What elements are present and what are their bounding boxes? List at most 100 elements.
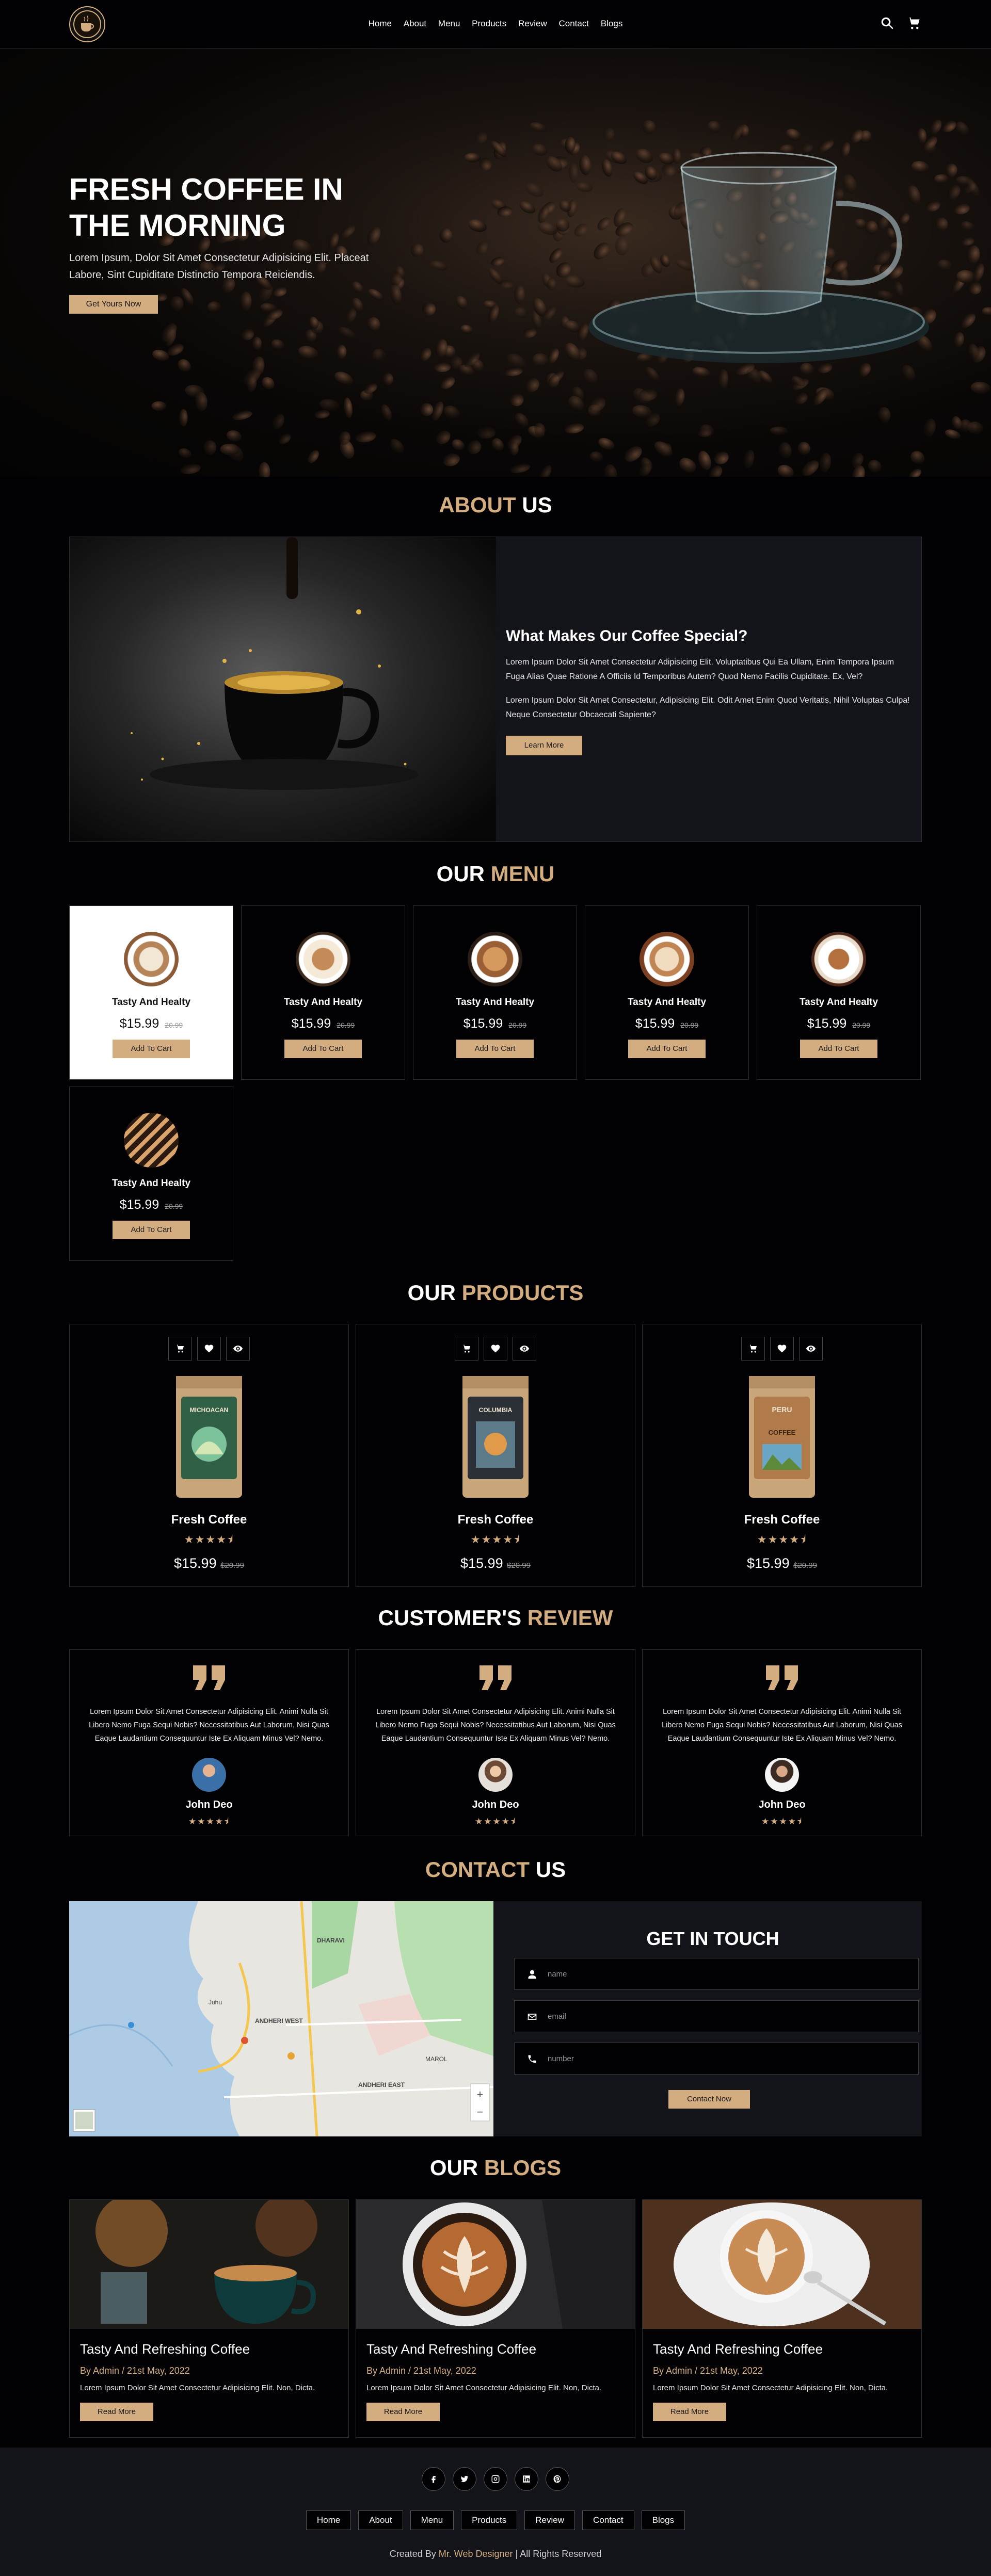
coffee-bean bbox=[514, 307, 529, 318]
eye-icon[interactable] bbox=[226, 1337, 250, 1360]
blog-title[interactable]: Tasty And Refreshing Coffee bbox=[653, 2341, 921, 2357]
coffee-bean bbox=[800, 363, 814, 376]
name-field[interactable]: name bbox=[514, 1958, 919, 1990]
coffee-bean bbox=[539, 465, 552, 477]
footer-link-review[interactable]: Review bbox=[524, 2510, 576, 2530]
add-to-cart-button[interactable]: Add To Cart bbox=[113, 1221, 190, 1239]
coffee-bean bbox=[961, 313, 976, 328]
coffee-bean bbox=[934, 174, 949, 184]
facebook-icon[interactable] bbox=[422, 2467, 445, 2491]
coffee-bean bbox=[152, 349, 169, 361]
coffee-bean bbox=[935, 217, 948, 231]
products-title: Our Products bbox=[0, 1281, 991, 1305]
add-to-cart-button[interactable]: Add To Cart bbox=[628, 1040, 706, 1058]
menu-card[interactable]: Tasty And Healty $15.99 20.99 Add To Car… bbox=[69, 1087, 233, 1261]
product-card[interactable]: COLUMBIA Fresh Coffee ★★★★⯨ $15.99 $20.9… bbox=[356, 1324, 635, 1587]
coffee-bean bbox=[692, 367, 711, 378]
coffee-bean bbox=[948, 185, 961, 200]
cart-icon[interactable] bbox=[168, 1337, 192, 1360]
contact-now-button[interactable]: Contact Now bbox=[668, 2090, 750, 2109]
coffee-bean bbox=[271, 339, 284, 350]
coffee-bean bbox=[227, 430, 242, 442]
cart-icon[interactable] bbox=[455, 1337, 478, 1360]
learn-more-button[interactable]: Learn More bbox=[506, 736, 582, 755]
add-to-cart-button[interactable]: Add To Cart bbox=[456, 1040, 534, 1058]
nav-home[interactable]: Home bbox=[369, 19, 392, 29]
coffee-bean bbox=[355, 431, 376, 443]
cart-icon[interactable] bbox=[906, 15, 922, 31]
footer-link-about[interactable]: About bbox=[358, 2510, 403, 2530]
coffee-bean bbox=[801, 142, 813, 153]
footer-link-home[interactable]: Home bbox=[306, 2510, 351, 2530]
menu-card[interactable]: Tasty And Healty $15.99 20.99 Add To Car… bbox=[241, 905, 405, 1080]
add-to-cart-button[interactable]: Add To Cart bbox=[800, 1040, 877, 1058]
nav-review[interactable]: Review bbox=[518, 19, 547, 29]
avatar bbox=[192, 1758, 226, 1792]
read-more-button[interactable]: Read More bbox=[653, 2403, 726, 2421]
twitter-icon[interactable] bbox=[453, 2467, 476, 2491]
coffee-bean bbox=[530, 122, 547, 132]
search-icon[interactable] bbox=[880, 15, 895, 31]
map[interactable]: ANDHERI WEST ANDHERI EAST DHARAVI Juhu M… bbox=[69, 1901, 493, 2136]
cart-icon[interactable] bbox=[741, 1337, 765, 1360]
credit-author[interactable]: Mr. Web Designer bbox=[439, 2549, 513, 2559]
quote-icon bbox=[766, 1665, 798, 1690]
instagram-icon[interactable] bbox=[484, 2467, 507, 2491]
menu-item-old-price: 20.99 bbox=[165, 1021, 183, 1029]
get-yours-now-button[interactable]: Get Yours Now bbox=[69, 295, 158, 314]
read-more-button[interactable]: Read More bbox=[80, 2403, 153, 2421]
credit-prefix: Created By bbox=[389, 2549, 436, 2559]
product-price: $15.99 $20.99 bbox=[70, 1556, 348, 1571]
coffee-bean bbox=[523, 328, 537, 338]
footer-link-blogs[interactable]: Blogs bbox=[641, 2510, 685, 2530]
coffee-bean bbox=[911, 161, 930, 173]
add-to-cart-button[interactable]: Add To Cart bbox=[284, 1040, 362, 1058]
footer-link-contact[interactable]: Contact bbox=[582, 2510, 634, 2530]
email-field[interactable]: email bbox=[514, 2000, 919, 2032]
coffee-bean bbox=[642, 120, 656, 134]
product-actions bbox=[643, 1337, 921, 1360]
coffee-pour-image bbox=[70, 537, 496, 841]
coffee-bean bbox=[422, 302, 436, 316]
blog-title[interactable]: Tasty And Refreshing Coffee bbox=[366, 2341, 635, 2357]
eye-icon[interactable] bbox=[513, 1337, 536, 1360]
product-card[interactable]: PERU COFFEE Fresh Coffee ★★★★⯨ $15.99 $2… bbox=[642, 1324, 922, 1587]
footer-link-products[interactable]: Products bbox=[461, 2510, 518, 2530]
read-more-button[interactable]: Read More bbox=[366, 2403, 440, 2421]
add-to-cart-button[interactable]: Add To Cart bbox=[113, 1040, 190, 1058]
blog-excerpt: Lorem Ipsum Dolor Sit Amet Consectetur A… bbox=[366, 2384, 602, 2392]
menu-item-price: $15.99 20.99 bbox=[757, 1016, 920, 1031]
pinterest-icon[interactable] bbox=[546, 2467, 569, 2491]
coffee-bean bbox=[565, 276, 585, 288]
linkedin-icon[interactable] bbox=[515, 2467, 538, 2491]
blog-title[interactable]: Tasty And Refreshing Coffee bbox=[80, 2341, 348, 2357]
eye-icon[interactable] bbox=[799, 1337, 823, 1360]
menu-card[interactable]: Tasty And Healty $15.99 20.99 Add To Car… bbox=[413, 905, 577, 1080]
about-paragraph-1: Lorem Ipsum Dolor Sit Amet Consectetur A… bbox=[506, 658, 894, 681]
blog-card[interactable]: Tasty And Refreshing Coffee By Admin / 2… bbox=[356, 2199, 635, 2438]
menu-card[interactable]: Tasty And Healty $15.99 20.99 Add To Car… bbox=[585, 905, 749, 1080]
review-card: Lorem Ipsum Dolor Sit Amet Consectetur A… bbox=[356, 1649, 635, 1836]
coffee-bean bbox=[636, 149, 653, 163]
nav-products[interactable]: Products bbox=[472, 19, 506, 29]
menu-card[interactable]: Tasty And Healty $15.99 20.99 Add To Car… bbox=[69, 905, 233, 1080]
coffee-bean bbox=[925, 201, 940, 212]
nav-about[interactable]: About bbox=[404, 19, 426, 29]
nav-menu[interactable]: Menu bbox=[438, 19, 460, 29]
heart-icon[interactable] bbox=[770, 1337, 794, 1360]
number-field[interactable]: number bbox=[514, 2043, 919, 2075]
rating-stars: ★★★★⯨ bbox=[184, 1534, 234, 1546]
review-title-main: Customer's bbox=[378, 1606, 522, 1630]
blog-card[interactable]: Tasty And Refreshing Coffee By Admin / 2… bbox=[69, 2199, 349, 2438]
coffee-bean bbox=[474, 131, 488, 143]
menu-card[interactable]: Tasty And Healty $15.99 20.99 Add To Car… bbox=[757, 905, 921, 1080]
heart-icon[interactable] bbox=[197, 1337, 221, 1360]
heart-icon[interactable] bbox=[484, 1337, 507, 1360]
product-card[interactable]: MICHOACAN Fresh Coffee ★★★★⯨ $15.99 $20.… bbox=[69, 1324, 349, 1587]
nav-contact[interactable]: Contact bbox=[558, 19, 589, 29]
footer-link-menu[interactable]: Menu bbox=[410, 2510, 454, 2530]
nav-blogs[interactable]: Blogs bbox=[601, 19, 623, 29]
coffee-bean bbox=[662, 163, 676, 177]
coffee-bean bbox=[604, 464, 617, 477]
blog-card[interactable]: Tasty And Refreshing Coffee By Admin / 2… bbox=[642, 2199, 922, 2438]
